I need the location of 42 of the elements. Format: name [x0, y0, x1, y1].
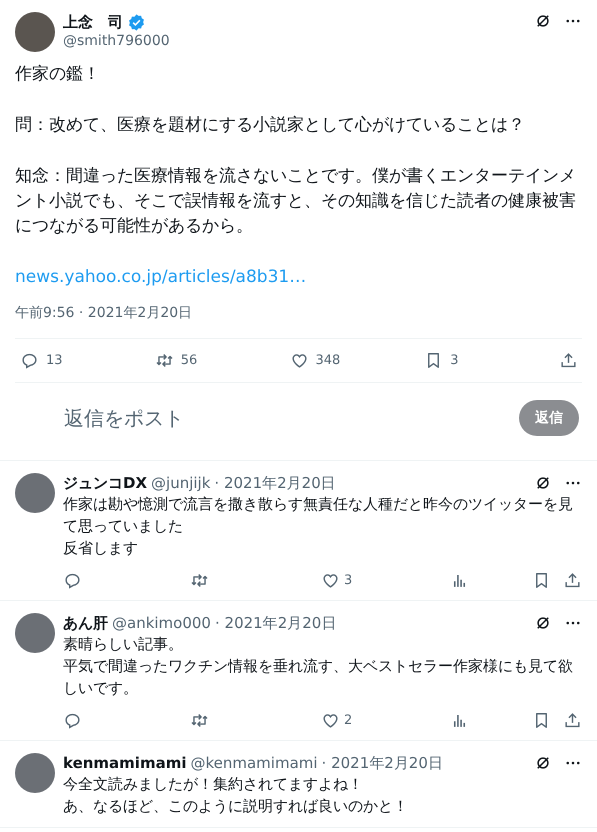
post-date[interactable]: · 2021年2月20日 — [214, 474, 336, 492]
reply-input-field[interactable]: 返信をポスト — [64, 406, 519, 430]
reply-text: 今全文読みましたが！集約されてますよね！ — [63, 774, 364, 795]
repost-icon[interactable] — [190, 571, 209, 590]
reply-text: 作家は勘や憶測で流言を撒き散らす無責任な人種だと昨今のツイッターを見て思っていました — [63, 494, 574, 537]
user-name[interactable]: ジュンコDX — [63, 474, 148, 492]
reply-icon[interactable] — [63, 711, 82, 730]
repost-icon[interactable] — [154, 351, 174, 370]
post-text: 問：改めて、医療を題材にする小説家として心がけていることは？ — [15, 114, 526, 137]
action-count: 348 — [316, 353, 340, 368]
reply-button[interactable]: 返信 — [519, 400, 579, 436]
user-name[interactable]: kenmamimami — [63, 754, 186, 772]
timestamp[interactable]: 午前9:56 · 2021年2月20日 — [15, 304, 582, 339]
action-count: 56 — [180, 353, 198, 368]
author-name[interactable]: 上念 司 — [63, 12, 123, 32]
share-icon[interactable] — [559, 351, 578, 370]
reply-text: あ、なるほど、このように説明すれば良いのかと！ — [63, 796, 409, 817]
action-count: 3 — [450, 353, 459, 368]
action-count: 3 — [344, 573, 352, 588]
user-handle[interactable]: @kenmamimami — [190, 754, 318, 772]
avatar[interactable] — [15, 753, 55, 793]
post-date[interactable]: · 2021年2月20日 — [322, 754, 443, 772]
user-handle[interactable]: @junjijk — [151, 474, 210, 492]
action-count: 13 — [46, 353, 63, 368]
share-icon[interactable] — [563, 571, 582, 590]
post-date[interactable]: · 2021年2月20日 — [214, 614, 336, 632]
user-name[interactable]: あん肝 — [63, 614, 108, 632]
reply-text: 平気で間違ったワクチン情報を垂れ流す、大ベストセラー作家様にも見て欲しいです。 — [63, 656, 574, 699]
avatar[interactable] — [15, 613, 55, 653]
avatar[interactable] — [15, 473, 55, 513]
reply-icon[interactable] — [20, 351, 39, 370]
reply-text: 素晴らしい記事。 — [63, 634, 184, 655]
share-icon[interactable] — [563, 711, 582, 730]
user-handle[interactable]: @ankimo000 — [112, 614, 211, 632]
post-text: 作家の鑑！ — [15, 63, 101, 86]
author-handle[interactable]: @smith796000 — [63, 33, 526, 49]
repost-icon[interactable] — [190, 711, 209, 730]
action-count: 2 — [344, 713, 352, 728]
avatar[interactable] — [15, 12, 55, 52]
post-text: 知念：間違った医療情報を流さないことです。僕が書くエンターテインメント小説でも、そこで誤情報を流すと、その知識を信じた読者の健康被害につながる可能性があるから。 — [15, 165, 577, 238]
reply-text: 反省します — [63, 538, 139, 559]
reply-icon[interactable] — [63, 571, 82, 590]
